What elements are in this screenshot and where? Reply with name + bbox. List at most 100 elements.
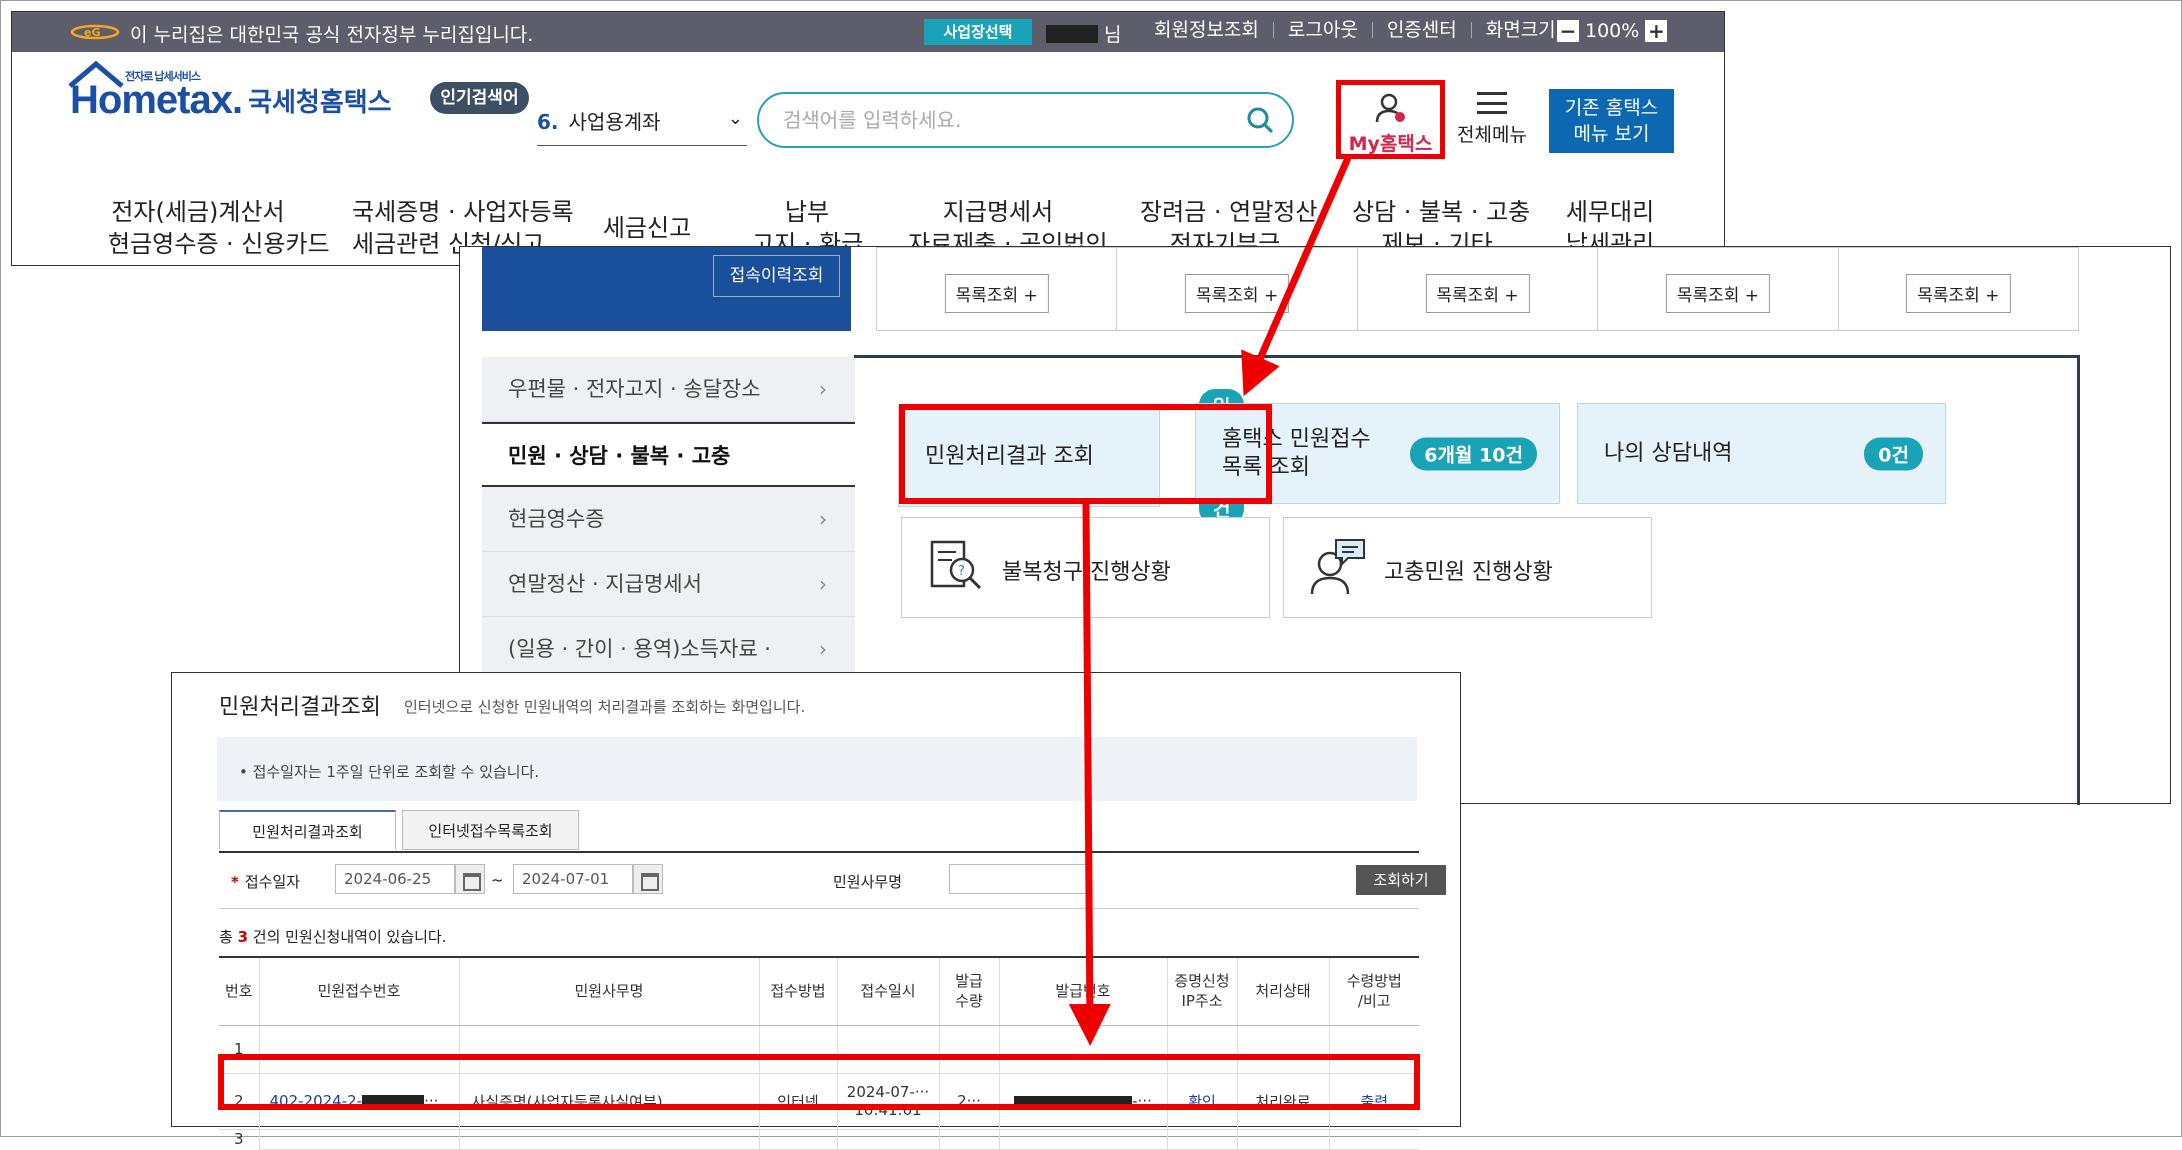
popular-rank: 6. (537, 110, 559, 134)
zoom-in-button[interactable]: + (1645, 20, 1668, 42)
chevron-down-icon: ⌄ (727, 108, 743, 129)
side-menu-complaint[interactable]: 민원 · 상담 · 불복 · 고충 (482, 422, 855, 487)
chevron-right-icon: › (819, 572, 827, 596)
calendar-icon[interactable] (455, 864, 485, 894)
all-menu-button[interactable]: 전체메뉴 (1454, 92, 1530, 147)
side-menu-label: 현금영수증 (508, 507, 605, 531)
egov-logo-icon: eG (70, 24, 120, 40)
date-from-input[interactable]: 2024-06-25 (335, 864, 455, 894)
summary-row: 목록조회 + 목록조회 + 목록조회 + 목록조회 + 목록조회 + (876, 247, 2079, 331)
side-menu-label: 민원 · 상담 · 불복 · 고충 (508, 444, 731, 468)
count-post: 건의 민원신청내역이 있습니다. (248, 928, 447, 946)
gnb-label: 전자(세금)계산서 (111, 198, 285, 226)
zoom-out-button[interactable]: − (1557, 20, 1579, 42)
col-header: 접수일시 (837, 956, 940, 1026)
col-header: 증명신청 IP주소 (1167, 956, 1238, 1026)
counsel-history-card[interactable]: 나의 상담내역 0건 (1577, 403, 1946, 504)
card-title: 불복청구 진행상황 (1002, 560, 1171, 585)
counselor-icon (1310, 539, 1365, 595)
all-menu-label: 전체메뉴 (1457, 124, 1527, 146)
card-title: 고충민원 진행상황 (1384, 560, 1553, 585)
popular-term: 사업용계좌 (568, 110, 661, 134)
count-badge: 0건 (1864, 437, 1923, 470)
zoom-control: −100% + (1557, 20, 1668, 42)
auth-center-link[interactable]: 인증센터 (1371, 21, 1471, 40)
old-menu-line2: 메뉴 보기 (1573, 123, 1650, 145)
popular-keyword-select[interactable]: 6. 사업용계좌 ⌄ (537, 96, 747, 146)
list-view-button[interactable]: 목록조회 + (944, 274, 1049, 313)
calendar-icon[interactable] (633, 864, 663, 894)
count-number: 3 (237, 928, 249, 946)
card-title: 나의 상담내역 (1604, 440, 1733, 466)
gnb-label: 납부 (784, 198, 830, 226)
count-pre: 총 (219, 928, 238, 946)
gnb-item-tax-report[interactable]: 세금신고 (602, 212, 692, 244)
popular-search-badge: 인기검색어 (430, 82, 529, 114)
gnb-label: 세금신고 (602, 214, 692, 242)
notice-box: • 접수일자는 1주일 단위로 조회할 수 있습니다. (217, 737, 1417, 801)
hometax-header-panel: eG 이 누리집은 대한민국 공식 전자정부 누리집입니다. 사업장선택 님 회… (11, 11, 1725, 266)
cell-no: 3 (219, 1129, 260, 1149)
side-menu-mail[interactable]: 우편물 · 전자고지 · 송달장소 › (482, 357, 855, 422)
gnb-label: 지급명세서 (942, 198, 1054, 226)
list-view-button[interactable]: 목록조회 + (1665, 274, 1771, 313)
my-hometax-button[interactable]: My홈택스 (1336, 80, 1445, 159)
user-name: 님 (1046, 20, 1121, 47)
table-header: 번호 민원접수번호 민원사무명 접수방법 접수일시 발급 수량 발급번호 증명신… (219, 956, 1419, 1026)
side-menu-year-end[interactable]: 연말정산 · 지급명세서 › (482, 552, 855, 617)
old-menu-line1: 기존 홈택스 (1564, 97, 1659, 119)
user-suffix: 님 (1104, 24, 1122, 46)
grievance-status-card[interactable]: 고충민원 진행상황 (1283, 517, 1652, 618)
tab-receipt-list[interactable]: 인터넷접수목록조회 (402, 810, 579, 850)
table-row: 3 (219, 1129, 1419, 1150)
tab-result[interactable]: 민원처리결과조회 (219, 810, 396, 850)
page-title: 민원처리결과조회 (219, 695, 381, 720)
access-history-button[interactable]: 접속이력조회 (713, 255, 840, 297)
search-icon[interactable] (1246, 106, 1274, 134)
name-input[interactable] (949, 864, 1087, 894)
required-mark: * (231, 873, 239, 891)
util-links: 회원정보조회 로그아웃 인증센터 화면크기 (1140, 20, 1570, 40)
logout-link[interactable]: 로그아웃 (1272, 21, 1372, 40)
gov-banner-text: 이 누리집은 대한민국 공식 전자정부 누리집입니다. (130, 24, 534, 46)
document-search-icon: ? (930, 540, 982, 590)
count-badge: 6개월 10건 (1410, 437, 1537, 470)
side-menu-label: 우편물 · 전자고지 · 송달장소 (508, 377, 761, 401)
business-select-button[interactable]: 사업장선택 (924, 19, 1032, 45)
appeal-status-card[interactable]: ? 불복청구 진행상황 (901, 517, 1270, 618)
col-header: 민원사무명 (459, 956, 760, 1026)
list-view-button[interactable]: 목록조회 + (1425, 274, 1530, 313)
date-separator: ~ (491, 871, 504, 889)
member-info-link[interactable]: 회원정보조회 (1140, 21, 1273, 40)
col-header: 민원접수번호 (259, 956, 460, 1026)
gnb-item-invoice[interactable]: 전자(세금)계산서현금영수증 · 신용카드 (108, 196, 330, 260)
hometax-logo[interactable]: 전자로 납세서비스 Hometax. 국세청홈택스 (68, 60, 392, 123)
side-menu-label: 연말정산 · 지급명세서 (508, 572, 702, 596)
col-header: 수령방법 /비고 (1329, 956, 1419, 1026)
logo-tagline: 전자로 납세서비스 (125, 71, 201, 83)
old-menu-button[interactable]: 기존 홈택스메뉴 보기 (1549, 89, 1674, 153)
masked-username (1046, 24, 1098, 43)
tab-bar: 민원처리결과조회 인터넷접수목록조회 (219, 810, 585, 850)
logo-korean: 국세청홈택스 (248, 88, 392, 118)
col-header: 처리상태 (1237, 956, 1330, 1026)
query-button[interactable]: 조회하기 (1356, 865, 1446, 895)
profile-box: 접속이력조회 (482, 247, 851, 331)
search-input[interactable]: 검색어를 입력하세요. (757, 92, 1294, 148)
page-description: 인터넷으로 신청한 민원내역의 처리결과를 조회하는 화면입니다. (404, 698, 806, 716)
side-menu-cash-receipt[interactable]: 현금영수증 › (482, 487, 855, 552)
highlight-result-card (899, 404, 1272, 504)
gnb-label: 현금영수증 · 신용카드 (108, 230, 330, 258)
col-header: 발급 수량 (939, 956, 1000, 1026)
list-view-button[interactable]: 목록조회 + (1906, 274, 2011, 313)
col-header: 번호 (219, 956, 260, 1026)
my-hometax-label: My홈택스 (1348, 133, 1433, 155)
user-icon (1375, 93, 1405, 123)
chevron-right-icon: › (819, 507, 827, 531)
svg-text:?: ? (958, 564, 965, 579)
list-view-button[interactable]: 목록조회 + (1185, 274, 1290, 313)
date-to-input[interactable]: 2024-07-01 (513, 864, 633, 894)
house-roof-icon (68, 60, 124, 88)
result-count: 총 3 건의 민원신청내역이 있습니다. (219, 926, 447, 947)
gnb-label: 국세증명 · 사업자등록 (352, 198, 574, 226)
